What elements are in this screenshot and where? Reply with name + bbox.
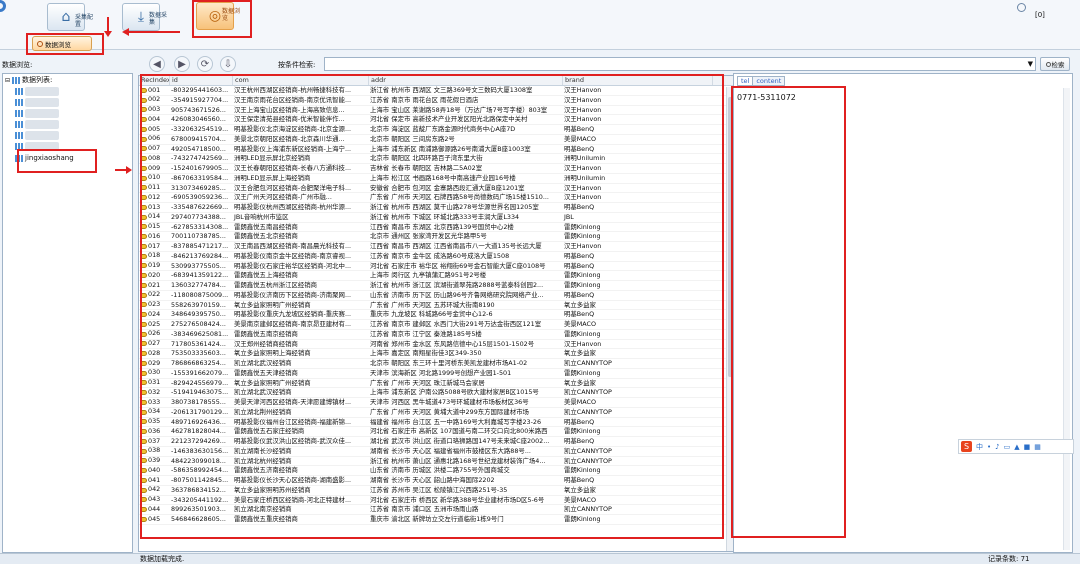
app-window: ⌂ 采集配置 ⤓ 数据采集 ◎ 数据浏览 [0] 数据浏览 数据浏览: ◀ ▶ … [0, 0, 1080, 564]
ime-mic-icon[interactable]: ♪ [995, 443, 999, 451]
chart-icon [15, 132, 23, 139]
ime-logo-icon: S [961, 441, 972, 452]
status-bar: 数据加载完成. 记录条数: 71 [0, 553, 1080, 564]
status-left: 数据加载完成. [140, 555, 185, 563]
tab-browse[interactable]: 数据浏览 [32, 36, 92, 51]
ime-skin-icon[interactable]: ▲ [1014, 443, 1019, 451]
blurred-label [25, 98, 59, 107]
data-tree: ⊟ 数据列表: jingxiaoshang [2, 73, 133, 553]
ime-chinese-icon[interactable]: 中 [976, 442, 983, 452]
blurred-label [25, 120, 59, 129]
ime-toolbar[interactable]: S 中 • ♪ ▭ ▲ ■ ▦ [958, 439, 1074, 454]
filter-label: 按条件检索: [278, 61, 316, 69]
arrow-right-head [126, 166, 132, 174]
grid-highlight [140, 74, 724, 539]
magnifier-icon [1045, 61, 1051, 67]
blurred-label [25, 87, 59, 96]
search-icon [37, 40, 43, 47]
tree-root-label: 数据列表: [22, 76, 53, 84]
chart-icon [15, 99, 23, 106]
browse-button-label: 数据浏览 [222, 8, 241, 22]
status-right: 记录条数: 71 [988, 555, 1030, 563]
arrow-left [128, 31, 180, 33]
ime-shirt-icon[interactable]: ■ [1024, 443, 1031, 451]
chevron-down-icon[interactable]: ▼ [1028, 58, 1033, 71]
ime-grid-icon[interactable]: ▦ [1034, 443, 1041, 451]
detail-highlight [731, 86, 846, 538]
tree-root[interactable]: ⊟ 数据列表: [5, 75, 52, 86]
chart-icon [12, 77, 21, 84]
tree-item[interactable] [15, 120, 59, 129]
collect-button-label: 数据采集 [149, 12, 168, 26]
config-button-label: 采集配置 [75, 14, 94, 28]
filter-input[interactable]: ▼ [324, 57, 1036, 71]
detail-tabs: tel content [737, 76, 786, 86]
chart-icon [15, 121, 23, 128]
tree-item[interactable] [15, 109, 59, 118]
ime-punct-icon[interactable]: • [987, 443, 991, 451]
collapse-icon: ⊟ [5, 77, 11, 84]
tab-browse-label: 数据浏览 [45, 40, 71, 49]
detail-scrollbar[interactable] [1063, 88, 1070, 550]
forward-icon[interactable]: ▶ [174, 56, 190, 72]
export-icon[interactable]: ⇩ [220, 56, 236, 72]
refresh-icon[interactable]: ⟳ [197, 56, 213, 72]
tab-tel[interactable]: tel [737, 76, 754, 86]
arrow-down-head [104, 31, 112, 37]
search-button-label: 检索 [1051, 61, 1065, 69]
clock-icon [1017, 3, 1026, 12]
browse-section-label: 数据浏览: [2, 61, 33, 69]
arrow-left-head [122, 28, 129, 36]
tree-selection-highlight [17, 149, 97, 173]
version-label: [0] [1035, 11, 1045, 19]
tab-content[interactable]: content [753, 76, 786, 86]
chart-icon [15, 110, 23, 117]
ime-keyboard-icon[interactable]: ▭ [1004, 443, 1011, 451]
search-button[interactable]: 检索 [1040, 57, 1070, 71]
blurred-label [25, 131, 59, 140]
tree-item[interactable] [15, 87, 59, 96]
tree-item[interactable] [15, 98, 59, 107]
chart-icon [15, 88, 23, 95]
back-icon[interactable]: ◀ [149, 56, 165, 72]
blurred-label [25, 109, 59, 118]
tree-item[interactable] [15, 131, 59, 140]
